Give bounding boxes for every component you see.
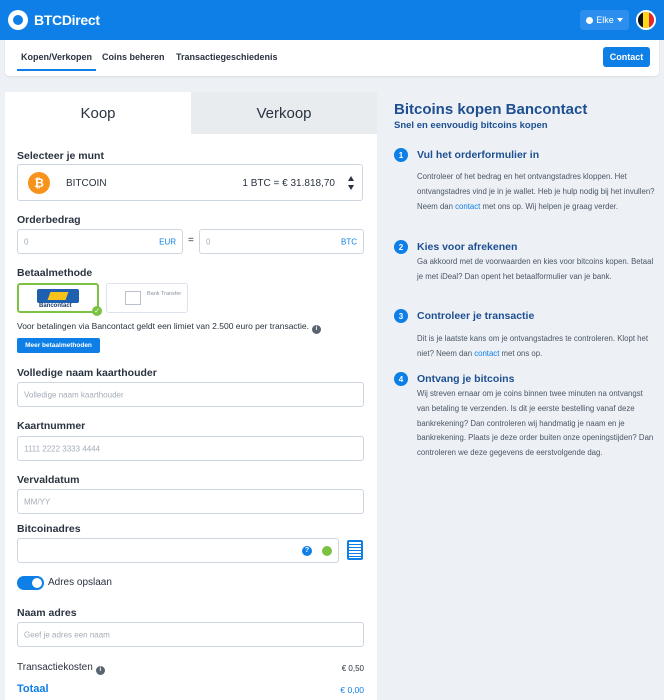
payment-limit-text: Voor betalingen via Bancontact geldt een… — [17, 321, 322, 334]
step-1-title: Vul het orderformulier in — [417, 149, 540, 161]
step-2-text: Ga akkoord met de voorwaarden en kies vo… — [417, 257, 654, 281]
cardnumber-placeholder: 1111 2222 3333 4444 — [24, 444, 101, 453]
address-book-icon[interactable] — [347, 540, 363, 560]
top-bar: BTCDirect Elke — [0, 0, 664, 40]
tab-kopen-verkopen[interactable]: Kopen/Verkopen — [16, 52, 97, 71]
address-name-input[interactable]: Geef je adres een naam — [17, 622, 364, 647]
step-1-number: 1 — [394, 148, 408, 162]
flag-stripe-red — [648, 12, 654, 28]
check-icon: ✓ — [92, 306, 102, 316]
cardnumber-input[interactable]: 1111 2222 3333 4444 — [17, 436, 364, 461]
payment-label: Betaalmethode — [17, 267, 93, 279]
payment-option-bancontact[interactable]: Bancontact ✓ — [17, 283, 102, 316]
tab-transactiegeschiedenis[interactable]: Transactiegeschiedenis — [176, 52, 278, 62]
step-1-text: Controleer of het bedrag en het ontvangs… — [417, 172, 655, 211]
logo[interactable]: BTCDirect — [8, 10, 100, 30]
btc-amount-input[interactable]: 0 BTC — [199, 229, 364, 254]
expiry-label: Vervaldatum — [17, 474, 80, 486]
bank-icon — [125, 291, 141, 305]
step-3-title: Controleer je transactie — [417, 310, 535, 322]
user-name: Elke — [596, 15, 614, 25]
amount-label: Orderbedrag — [17, 214, 81, 226]
eur-amount-input[interactable]: 0 EUR — [17, 229, 183, 254]
fee-label: Transactiekosten — [17, 662, 93, 673]
address-label: Bitcoinadres — [17, 523, 81, 535]
info-icon[interactable]: i — [312, 325, 322, 334]
contact-button[interactable]: Contact — [603, 47, 650, 67]
coin-select[interactable]: ₿ BITCOIN 1 BTC = € 31.818,70 — [17, 164, 363, 201]
eur-unit: EUR — [159, 237, 176, 246]
payment-limit-label: Voor betalingen via Bancontact geldt een… — [17, 321, 310, 331]
chevron-down-icon — [616, 18, 623, 22]
order-panel: Koop Verkoop Selecteer je munt ₿ BITCOIN… — [5, 92, 377, 700]
fee-value: € 0,50 — [341, 664, 364, 673]
step-3-text: Dit is je laatste kans om je ontvangstad… — [417, 334, 648, 358]
tab-coins-beheren[interactable]: Coins beheren — [102, 52, 165, 62]
fee-info-icon[interactable]: i — [95, 666, 105, 675]
total-value: € 0,00 — [340, 685, 364, 695]
step-4-title: Ontvang je bitcoins — [417, 373, 515, 385]
bitcoin-icon: ₿ — [28, 172, 50, 194]
bancontact-logo — [37, 289, 79, 303]
cardholder-placeholder: Volledige naam kaarthouder — [24, 390, 124, 399]
save-address-label: Adres opslaan — [48, 577, 112, 588]
cardholder-label: Volledige naam kaarthouder — [17, 367, 157, 379]
step-4-number: 4 — [394, 372, 408, 386]
main-nav: Kopen/Verkopen Coins beheren Transactieg… — [5, 40, 659, 76]
step-1-contact-link[interactable]: contact — [455, 202, 480, 211]
fee-row: Transactiekosten i — [17, 662, 105, 675]
valid-icon — [322, 545, 332, 556]
bitcoin-address-input[interactable]: ? — [17, 538, 339, 563]
cardnumber-label: Kaartnummer — [17, 420, 86, 432]
tab-koop[interactable]: Koop — [5, 92, 191, 134]
user-menu-button[interactable]: Elke — [580, 10, 629, 30]
logo-icon — [8, 10, 28, 30]
equals-sign: = — [188, 235, 194, 246]
bancontact-label: Bancontact — [39, 303, 72, 309]
tab-verkoop[interactable]: Verkoop — [191, 92, 377, 134]
logo-text: BTCDirect — [34, 12, 100, 28]
btc-unit: BTC — [341, 237, 357, 246]
save-address-toggle[interactable] — [17, 576, 44, 590]
more-payment-methods-button[interactable]: Meer betaalmethoden — [17, 338, 100, 353]
coin-rate: 1 BTC = € 31.818,70 — [242, 178, 335, 189]
bank-transfer-label: Bank Transfer — [147, 291, 182, 297]
total-label: Totaal — [17, 683, 49, 695]
buy-sell-tabs: Koop Verkoop — [5, 92, 377, 134]
eur-amount-placeholder: 0 — [24, 237, 29, 246]
address-name-placeholder: Geef je adres een naam — [24, 630, 110, 639]
expiry-input[interactable]: MM/YY — [17, 489, 364, 514]
sidebar-title: Bitcoins kopen Bancontact — [394, 101, 588, 118]
step-2-number: 2 — [394, 240, 408, 254]
step-2-title: Kies voor afrekenen — [417, 241, 518, 253]
sidebar-subtitle: Snel en eenvoudig bitcoins kopen — [394, 120, 548, 131]
step-3-number: 3 — [394, 309, 408, 323]
btc-amount-placeholder: 0 — [206, 237, 211, 246]
payment-option-bank-transfer[interactable]: Bank Transfer — [106, 283, 188, 313]
address-name-label: Naam adres — [17, 607, 77, 619]
coin-label: Selecteer je munt — [17, 150, 104, 162]
step-3-contact-link[interactable]: contact — [474, 349, 499, 358]
cardholder-input[interactable]: Volledige naam kaarthouder — [17, 382, 364, 407]
coin-name: BITCOIN — [66, 178, 107, 189]
expiry-placeholder: MM/YY — [24, 497, 51, 506]
step-4-text: Wij streven ernaar om je coins binnen tw… — [417, 389, 654, 458]
user-icon — [586, 16, 594, 24]
help-icon[interactable]: ? — [302, 545, 312, 556]
language-flag-button[interactable] — [636, 10, 656, 30]
select-arrows-icon — [348, 176, 356, 190]
